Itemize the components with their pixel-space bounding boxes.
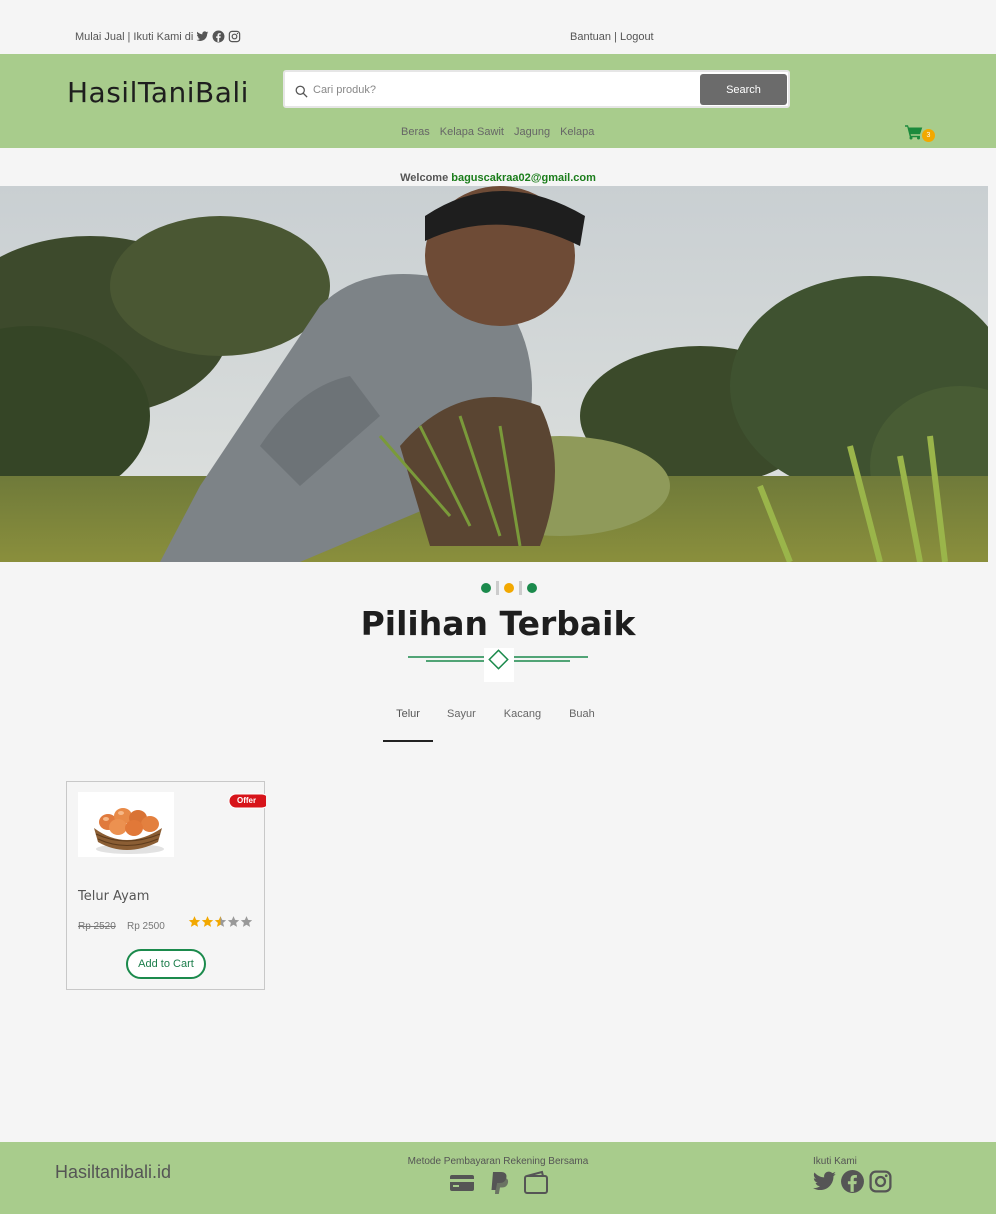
instagram-icon[interactable]	[228, 30, 241, 43]
main-header: HasilTaniBali Search Beras Kelapa Sawit …	[0, 54, 996, 148]
hero-banner-image	[0, 186, 988, 562]
tab-sayur[interactable]: Sayur	[433, 708, 490, 742]
star-empty-icon	[227, 916, 240, 927]
credit-card-icon	[450, 1175, 474, 1191]
section-ornament-dots	[481, 581, 537, 595]
facebook-icon[interactable]	[840, 1169, 865, 1194]
top-bar-right: Bantuan | Logout	[570, 31, 654, 43]
ornament-dot	[504, 583, 514, 593]
search-icon	[295, 85, 308, 98]
wallet-icon	[524, 1170, 548, 1194]
ornament-separator	[519, 581, 522, 595]
product-price: Rp 2500	[127, 921, 165, 932]
paypal-icon	[491, 1172, 509, 1194]
product-name[interactable]: Telur Ayam	[78, 889, 149, 904]
ornament-separator	[496, 581, 499, 595]
twitter-icon[interactable]	[812, 1169, 837, 1194]
cart-button[interactable]: 3	[905, 124, 935, 144]
category-kelapa-sawit[interactable]: Kelapa Sawit	[440, 126, 504, 138]
offer-badge: Offer	[228, 793, 266, 809]
follow-us-label: Ikuti Kami	[813, 1156, 857, 1167]
product-old-price: Rp 2520	[78, 921, 116, 932]
follow-text: Ikuti Kami di	[133, 30, 194, 43]
cart-count-badge: 3	[922, 129, 935, 142]
category-jagung[interactable]: Jagung	[514, 126, 550, 138]
payment-methods	[448, 1170, 550, 1196]
site-logo[interactable]: HasilTaniBali	[67, 76, 249, 109]
welcome-message: Welcome baguscakraa02@gmail.com	[0, 172, 996, 184]
top-bar-left: Mulai Jual | Ikuti Kami di	[75, 30, 241, 43]
product-image[interactable]	[78, 792, 174, 857]
instagram-icon[interactable]	[868, 1169, 893, 1194]
top-bar: Mulai Jual | Ikuti Kami di Bantuan | Log…	[0, 0, 996, 54]
section-title: Pilihan Terbaik	[360, 604, 636, 643]
sell-link[interactable]: Mulai Jual	[75, 31, 125, 43]
separator: |	[127, 30, 131, 43]
add-to-cart-button[interactable]: Add to Cart	[126, 949, 206, 979]
category-beras[interactable]: Beras	[401, 126, 430, 138]
search-input[interactable]	[313, 78, 693, 102]
star-empty-icon	[240, 916, 253, 927]
offer-badge-label: Offer	[237, 796, 257, 805]
ornament-dot	[481, 583, 491, 593]
product-card[interactable]: Offer Telur Ayam Rp 2520 Rp 2500 Add to …	[66, 781, 266, 990]
section-divider-ornament	[408, 648, 588, 682]
twitter-icon[interactable]	[196, 30, 209, 43]
product-rating	[188, 915, 253, 928]
tab-telur[interactable]: Telur	[383, 708, 433, 742]
tab-buah[interactable]: Buah	[555, 708, 609, 742]
facebook-icon[interactable]	[212, 30, 225, 43]
tab-kacang[interactable]: Kacang	[490, 708, 555, 742]
search-button[interactable]: Search	[700, 74, 787, 105]
product-tabs: Telur Sayur Kacang Buah	[383, 708, 609, 742]
star-icon	[188, 916, 201, 927]
logout-link[interactable]: Logout	[620, 31, 654, 43]
user-email: baguscakraa02@gmail.com	[451, 172, 596, 184]
help-link[interactable]: Bantuan	[570, 31, 611, 43]
footer-social-links	[812, 1169, 893, 1194]
cart-icon	[905, 125, 923, 140]
category-nav: Beras Kelapa Sawit Jagung Kelapa	[401, 126, 594, 138]
star-half-icon	[214, 916, 227, 927]
ornament-dot	[527, 583, 537, 593]
separator: |	[614, 31, 617, 43]
footer: Hasiltanibali.id Metode Pembayaran Reken…	[0, 1142, 996, 1214]
star-icon	[201, 916, 214, 927]
category-kelapa[interactable]: Kelapa	[560, 126, 594, 138]
search-bar: Search	[283, 70, 790, 108]
welcome-label: Welcome	[400, 172, 449, 184]
